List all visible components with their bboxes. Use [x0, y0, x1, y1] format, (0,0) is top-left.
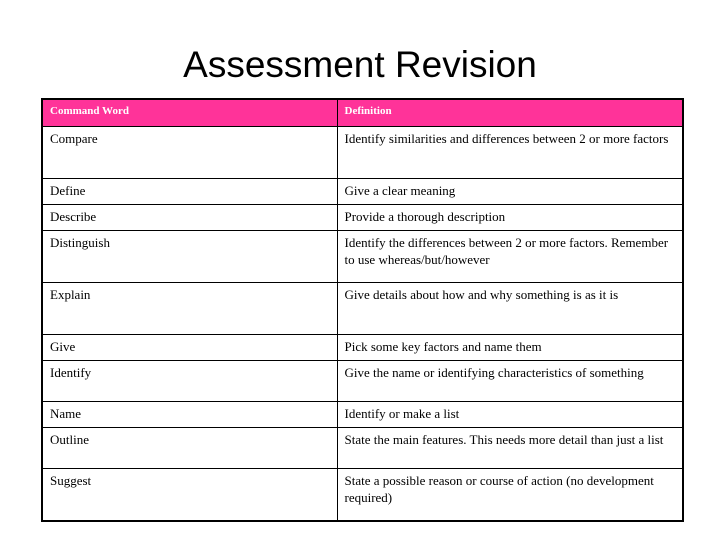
table-row: Distinguish Identify the differences betw…: [41, 230, 684, 283]
cell-command-word: Identify: [41, 360, 338, 402]
cell-definition: State a possible reason or course of act…: [336, 468, 684, 522]
cell-definition: Identify similarities and differences be…: [336, 126, 684, 179]
column-header-definition: Definition: [336, 98, 684, 127]
table-row: Define Give a clear meaning: [41, 178, 684, 205]
table-header: Command Word Definition: [41, 98, 684, 127]
command-word-table-container: Command Word Definition Compare Identify …: [41, 98, 684, 522]
cell-definition: Give details about how and why something…: [336, 282, 684, 335]
table-row: Name Identify or make a list: [41, 401, 684, 428]
cell-definition: Pick some key factors and name them: [336, 334, 684, 361]
table-row: Suggest State a possible reason or course…: [41, 468, 684, 522]
page-title: Assessment Revision: [183, 44, 537, 85]
column-header-command-word: Command Word: [41, 98, 338, 127]
cell-command-word: Explain: [41, 282, 338, 335]
cell-definition: Identify the differences between 2 or mo…: [336, 230, 684, 283]
cell-command-word: Outline: [41, 427, 338, 469]
slide-canvas: Assessment Revision Command Word Definit…: [0, 0, 720, 540]
table-row: Compare Identify similarities and differe…: [41, 126, 684, 179]
table-body: Compare Identify similarities and differe…: [41, 126, 684, 522]
cell-definition: Provide a thorough description: [336, 204, 684, 231]
cell-definition: Give a clear meaning: [336, 178, 684, 205]
cell-definition: Give the name or identifying characteris…: [336, 360, 684, 402]
table-row: Give Pick some key factors and name them: [41, 334, 684, 361]
table-row: Describe Provide a thorough description: [41, 204, 684, 231]
table-header-row: Command Word Definition: [41, 98, 684, 127]
cell-command-word: Suggest: [41, 468, 338, 522]
cell-command-word: Describe: [41, 204, 338, 231]
cell-command-word: Define: [41, 178, 338, 205]
cell-command-word: Give: [41, 334, 338, 361]
table-row: Identify Give the name or identifying cha…: [41, 360, 684, 402]
cell-command-word: Compare: [41, 126, 338, 179]
cell-command-word: Name: [41, 401, 338, 428]
table-row: Outline State the main features. This nee…: [41, 427, 684, 469]
cell-definition: Identify or make a list: [336, 401, 684, 428]
table-row: Explain Give details about how and why so…: [41, 282, 684, 335]
command-word-table: Command Word Definition Compare Identify …: [41, 98, 684, 522]
cell-definition: State the main features. This needs more…: [336, 427, 684, 469]
cell-command-word: Distinguish: [41, 230, 338, 283]
